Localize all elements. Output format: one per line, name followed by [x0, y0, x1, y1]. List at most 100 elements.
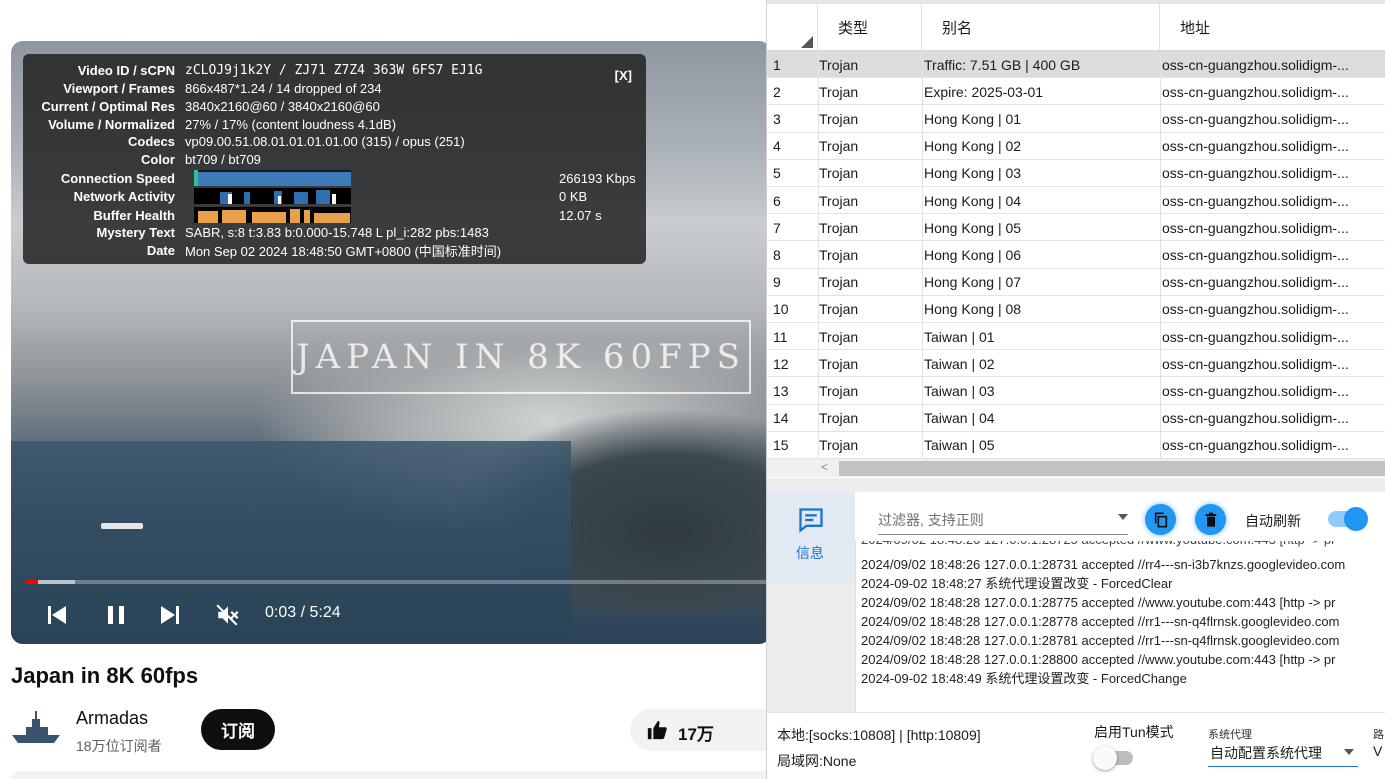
log-line: 2024-09-02 18:48:49 系统代理设置改变 - ForcedCha…	[861, 671, 1187, 686]
row-alias: Hong Kong | 01	[924, 110, 1022, 127]
previous-button[interactable]	[39, 597, 75, 633]
system-proxy-select[interactable]: 自动配置系统代理	[1208, 741, 1358, 767]
row-index: 1	[773, 56, 781, 73]
auto-refresh-label: 自动刷新	[1245, 513, 1301, 529]
row-index: 15	[773, 437, 789, 454]
table-corner[interactable]	[767, 4, 818, 51]
channel-avatar[interactable]	[10, 709, 62, 749]
row-address: oss-cn-guangzhou.solidigm-...	[1162, 437, 1349, 454]
row-address: oss-cn-guangzhou.solidigm-...	[1162, 165, 1349, 182]
side-navigation: 信息	[767, 492, 855, 712]
table-row[interactable]: 9 Trojan Hong Kong | 07 oss-cn-guangzhou.so…	[767, 269, 1385, 296]
panel-separator	[767, 478, 1385, 492]
pause-button[interactable]	[98, 597, 134, 633]
tun-mode-toggle[interactable]	[1093, 746, 1133, 770]
description-box-edge	[11, 771, 771, 779]
log-output[interactable]: 2024/09/02 18:48:26 127.0.0.1:28725 acce…	[855, 541, 1385, 712]
nav-info-label: 信息	[796, 545, 824, 561]
stat-row-network-activity: Network Activity	[73, 188, 175, 204]
row-index: 4	[773, 138, 781, 155]
connection-speed-value: 266193 Kbps	[559, 170, 636, 186]
table-row[interactable]: 15 Trojan Taiwan | 05 oss-cn-guangzhou.soli…	[767, 432, 1385, 459]
table-row[interactable]: 6 Trojan Hong Kong | 04 oss-cn-guangzhou.so…	[767, 187, 1385, 215]
table-row[interactable]: 10 Trojan Hong Kong | 08 oss-cn-guangzhou.s…	[767, 296, 1385, 323]
row-address: oss-cn-guangzhou.solidigm-...	[1162, 382, 1349, 399]
stat-row-buffer-health: Buffer Health	[93, 207, 175, 223]
next-button[interactable]	[152, 597, 188, 633]
row-index: 5	[773, 165, 781, 182]
row-type: Trojan	[819, 437, 859, 454]
video-frame-ship	[101, 523, 143, 529]
log-line: 2024/09/02 18:48:28 127.0.0.1:28778 acce…	[861, 614, 1340, 629]
scrollbar-thumb[interactable]	[839, 461, 1385, 476]
routing-label: 路	[1373, 729, 1384, 741]
table-row[interactable]: 4 Trojan Hong Kong | 02 oss-cn-guangzhou.so…	[767, 133, 1385, 160]
chevron-down-icon[interactable]	[1118, 514, 1128, 520]
table-row[interactable]: 12 Trojan Taiwan | 02 oss-cn-guangzhou.soli…	[767, 350, 1385, 378]
stat-row-viewport: Viewport / Frames 866x487*1.24 / 14 drop…	[63, 80, 382, 96]
mute-button[interactable]	[210, 597, 246, 633]
log-line: 2024/09/02 18:48:26 127.0.0.1:28731 acce…	[861, 557, 1346, 572]
horizontal-scrollbar[interactable]: <	[767, 459, 1385, 477]
log-line: 2024-09-02 18:48:27 系统代理设置改变 - ForcedCle…	[861, 576, 1173, 591]
row-type: Trojan	[819, 410, 859, 427]
server-list-table[interactable]: 类型 别名 地址 1 Trojan Traffic: 7.51 GB | 400 G…	[767, 4, 1385, 459]
subscriber-count: 18万位订阅者	[76, 738, 162, 754]
log-line: 2024/09/02 18:48:28 127.0.0.1:28781 acce…	[861, 633, 1340, 648]
row-alias: Expire: 2025-03-01	[924, 83, 1044, 100]
log-filter-field[interactable]	[878, 506, 1128, 535]
v2rayn-window: 类型 别名 地址 1 Trojan Traffic: 7.51 GB | 400 G…	[766, 0, 1385, 779]
progress-played	[25, 580, 38, 584]
row-address: oss-cn-guangzhou.solidigm-...	[1162, 274, 1349, 291]
stat-row-video-id: Video ID / sCPN zCLOJ9j1k2Y / ZJ71 Z7Z4 …	[77, 62, 483, 78]
row-type: Trojan	[819, 382, 859, 399]
stat-row-date: Date Mon Sep 02 2024 18:48:50 GMT+0800 (…	[146, 242, 502, 259]
column-header-type[interactable]: 类型	[818, 4, 922, 51]
row-alias: Hong Kong | 04	[924, 192, 1022, 209]
column-header-alias[interactable]: 别名	[922, 4, 1160, 51]
table-row[interactable]: 2 Trojan Expire: 2025-03-01 oss-cn-guangzho…	[767, 78, 1385, 106]
row-address: oss-cn-guangzhou.solidigm-...	[1162, 219, 1349, 236]
routing-value[interactable]: V	[1373, 743, 1382, 759]
clear-log-button[interactable]	[1195, 504, 1226, 535]
scroll-left-icon[interactable]: <	[821, 460, 828, 474]
log-filter-input[interactable]	[878, 506, 1108, 534]
column-header-address[interactable]: 地址	[1160, 4, 1385, 51]
row-index: 3	[773, 110, 781, 127]
stat-row-volume: Volume / Normalized 27% / 17% (content l…	[48, 116, 397, 132]
table-row[interactable]: 1 Trojan Traffic: 7.51 GB | 400 GB oss-cn-g…	[767, 51, 1385, 79]
table-row[interactable]: 3 Trojan Hong Kong | 01 oss-cn-guangzhou.so…	[767, 105, 1385, 133]
auto-refresh-toggle[interactable]	[1328, 507, 1368, 531]
row-alias: Traffic: 7.51 GB | 400 GB	[924, 56, 1081, 73]
row-alias: Taiwan | 03	[924, 382, 995, 399]
chevron-down-icon	[1344, 749, 1354, 755]
progress-bar[interactable]	[25, 580, 771, 584]
table-row[interactable]: 8 Trojan Hong Kong | 06 oss-cn-guangzhou.so…	[767, 241, 1385, 269]
stats-for-nerds-panel: [X] Video ID / sCPN zCLOJ9j1k2Y / ZJ71 Z…	[23, 54, 646, 264]
table-row[interactable]: 5 Trojan Hong Kong | 03 oss-cn-guangzhou.so…	[767, 160, 1385, 187]
copy-icon	[1154, 512, 1167, 527]
row-alias: Hong Kong | 06	[924, 246, 1022, 263]
row-type: Trojan	[819, 328, 859, 345]
nav-item-info[interactable]: 信息	[767, 492, 855, 584]
table-row[interactable]: 13 Trojan Taiwan | 03 oss-cn-guangzhou.soli…	[767, 377, 1385, 405]
trash-icon	[1205, 512, 1216, 527]
channel-name[interactable]: Armadas	[76, 708, 148, 729]
stats-close-button[interactable]: [X]	[615, 68, 632, 83]
row-alias: Taiwan | 01	[924, 328, 995, 345]
row-alias: Hong Kong | 02	[924, 138, 1022, 155]
subscribe-button[interactable]: 订阅	[201, 709, 275, 750]
table-row[interactable]: 7 Trojan Hong Kong | 05 oss-cn-guangzhou.so…	[767, 214, 1385, 242]
copy-log-button[interactable]	[1145, 504, 1176, 535]
row-index: 13	[773, 382, 789, 399]
row-address: oss-cn-guangzhou.solidigm-...	[1162, 246, 1349, 263]
video-player[interactable]: JAPAN IN 8K 60FPS [X] Video ID / sCPN zC…	[11, 41, 771, 644]
table-row[interactable]: 11 Trojan Taiwan | 01 oss-cn-guangzhou.soli…	[767, 323, 1385, 351]
row-address: oss-cn-guangzhou.solidigm-...	[1162, 138, 1349, 155]
like-count: 17万	[678, 725, 714, 744]
log-line-partial: 2024/09/02 18:48:26 127.0.0.1:28725 acce…	[861, 541, 1335, 549]
row-index: 6	[773, 192, 781, 209]
local-ports-info: 本地:[socks:10808] | [http:10809]	[777, 727, 981, 743]
column-divider	[818, 51, 819, 459]
table-row[interactable]: 14 Trojan Taiwan | 04 oss-cn-guangzhou.soli…	[767, 405, 1385, 432]
